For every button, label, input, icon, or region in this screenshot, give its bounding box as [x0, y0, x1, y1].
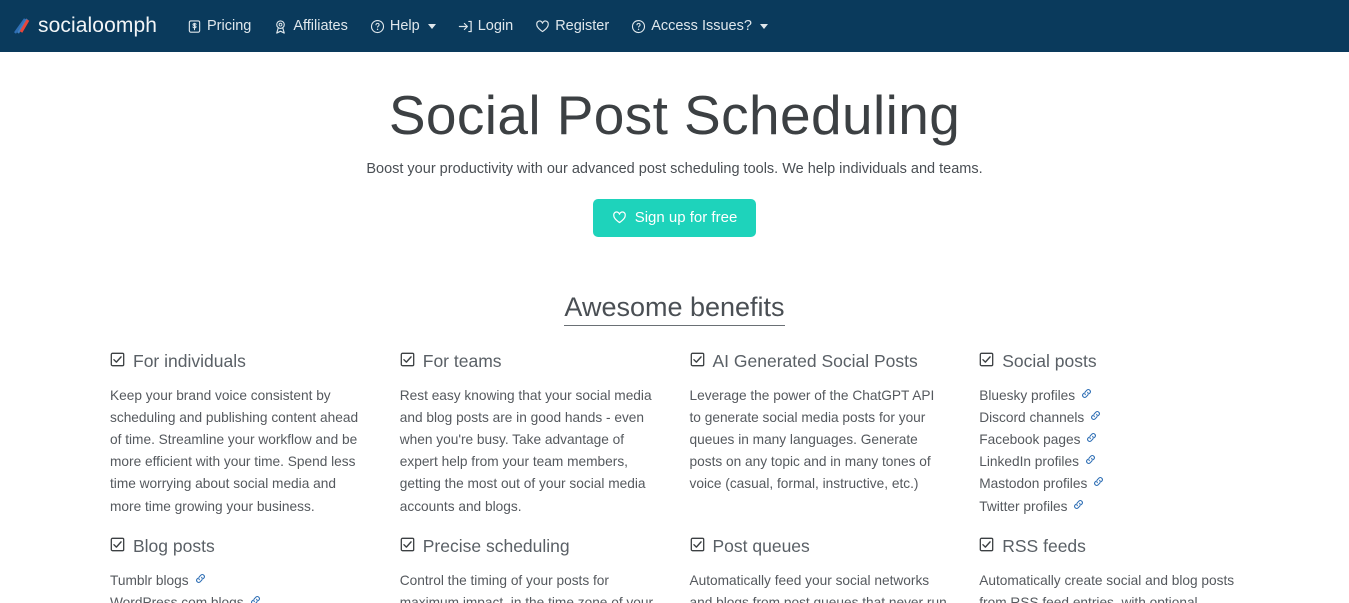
- benefit-card-title: Blog posts: [110, 536, 370, 557]
- nav-item-label: Affiliates: [293, 17, 348, 34]
- benefit-card-body: Keep your brand voice consistent by sche…: [110, 387, 359, 514]
- nav-item-label: Pricing: [207, 17, 252, 34]
- benefit-card-blog-posts: Blog posts Tumblr blogs WordPress.com bl…: [110, 536, 370, 603]
- benefit-card-for-teams: For teams Rest easy knowing that your so…: [400, 351, 660, 524]
- brand-name: socialoomph: [38, 14, 157, 37]
- link-chain-icon: [1084, 451, 1097, 473]
- list-item[interactable]: Discord channels: [979, 407, 1239, 429]
- quill-logo-icon: [11, 16, 31, 36]
- hero-subtitle: Boost your productivity with our advance…: [366, 160, 983, 177]
- link-chain-icon: [1080, 385, 1093, 407]
- checkbox-checked-icon: [690, 536, 705, 557]
- chevron-down-icon: [759, 23, 768, 29]
- checkbox-checked-icon: [400, 536, 415, 557]
- nav-item-label: Register: [555, 17, 610, 34]
- benefit-card-body: Control the timing of your posts for max…: [399, 572, 654, 603]
- sign-in-icon: [458, 19, 473, 34]
- benefit-card-title-text: AI Generated Social Posts: [712, 350, 918, 371]
- benefit-card-title: AI Generated Social Posts: [690, 351, 950, 372]
- nav-links: Pricing Affiliates Help Login Register A…: [187, 19, 768, 34]
- benefit-card-title: RSS feeds: [979, 536, 1239, 557]
- social-link-label[interactable]: Twitter profiles: [979, 496, 1067, 518]
- benefit-card-body: Leverage the power of the ChatGPT API to…: [689, 387, 935, 492]
- nav-item-affiliates[interactable]: Affiliates: [273, 19, 348, 34]
- benefit-card-title-text: RSS feeds: [1002, 535, 1086, 556]
- link-chain-icon: [194, 570, 207, 592]
- social-link-label[interactable]: Bluesky profiles: [979, 385, 1075, 407]
- benefit-card-rss-feeds: RSS feeds Automatically create social an…: [979, 536, 1239, 603]
- question-circle-icon: [370, 19, 385, 34]
- nav-item-pricing[interactable]: Pricing: [187, 19, 251, 34]
- checkbox-checked-icon: [690, 351, 705, 372]
- benefit-card-title-text: For individuals: [133, 350, 246, 371]
- social-link-label[interactable]: LinkedIn profiles: [979, 451, 1079, 473]
- benefits-heading-text: Awesome benefits: [564, 291, 785, 326]
- top-navbar: socialoomph Pricing Affiliates Help Logi…: [0, 0, 1349, 52]
- benefit-card-title: Post queues: [690, 536, 950, 557]
- link-chain-icon: [1072, 496, 1085, 518]
- list-item[interactable]: Mastodon profiles: [979, 473, 1239, 495]
- checkbox-checked-icon: [400, 351, 415, 372]
- link-chain-icon: [1092, 473, 1105, 495]
- social-profile-link-list: Bluesky profiles Discord channels Facebo…: [979, 385, 1239, 518]
- checkbox-checked-icon: [110, 351, 125, 372]
- blog-platform-link-list: Tumblr blogs WordPress.com blogs WordPre…: [110, 570, 370, 603]
- sign-up-button[interactable]: Sign up for free: [592, 198, 757, 237]
- nav-item-label: Login: [477, 17, 514, 34]
- award-medal-icon: [273, 19, 288, 34]
- nav-item-register[interactable]: Register: [535, 19, 609, 34]
- heart-icon: [535, 19, 550, 34]
- benefit-card-body: Rest easy knowing that your social media…: [399, 387, 652, 514]
- benefit-card-precise-scheduling: Precise scheduling Control the timing of…: [400, 536, 660, 603]
- benefit-card-title: Social posts: [979, 351, 1239, 372]
- nav-item-label: Access Issues?: [651, 17, 752, 34]
- benefit-card-title: Precise scheduling: [400, 536, 660, 557]
- list-item[interactable]: Bluesky profiles: [979, 385, 1239, 407]
- list-item[interactable]: Tumblr blogs: [110, 570, 370, 592]
- blog-link-label[interactable]: Tumblr blogs: [110, 570, 189, 592]
- nav-item-access-issues[interactable]: Access Issues?: [631, 19, 768, 34]
- benefit-card-ai-generated-social-posts: AI Generated Social Posts Leverage the p…: [690, 351, 950, 524]
- cta-wrapper: Sign up for free: [0, 198, 1349, 237]
- social-link-label[interactable]: Mastodon profiles: [979, 473, 1087, 495]
- benefit-card-body: Automatically create social and blog pos…: [979, 572, 1235, 603]
- benefits-grid: For individuals Keep your brand voice co…: [0, 351, 1349, 603]
- social-link-label[interactable]: Facebook pages: [979, 429, 1080, 451]
- list-item[interactable]: Twitter profiles: [979, 496, 1239, 518]
- benefit-card-body: Automatically feed your social networks …: [689, 572, 947, 603]
- benefit-card-title-text: For teams: [422, 350, 502, 371]
- benefit-card-social-posts: Social posts Bluesky profiles Discord ch…: [979, 351, 1239, 524]
- list-item[interactable]: LinkedIn profiles: [979, 451, 1239, 473]
- page-title: Social Post Scheduling: [388, 84, 961, 146]
- checkbox-checked-icon: [979, 351, 994, 372]
- benefit-card-post-queues: Post queues Automatically feed your soci…: [690, 536, 950, 603]
- benefit-card-title-text: Social posts: [1002, 350, 1097, 371]
- chevron-down-icon: [427, 23, 436, 29]
- link-chain-icon: [249, 592, 262, 603]
- benefit-card-for-individuals: For individuals Keep your brand voice co…: [110, 351, 370, 524]
- question-circle-icon: [631, 19, 646, 34]
- checkbox-checked-icon: [979, 536, 994, 557]
- social-link-label[interactable]: Discord channels: [979, 407, 1084, 429]
- nav-item-login[interactable]: Login: [458, 19, 513, 34]
- hero-section: Social Post Scheduling Boost your produc…: [0, 52, 1349, 237]
- nav-item-label: Help: [389, 17, 420, 34]
- blog-link-label[interactable]: WordPress.com blogs: [110, 592, 244, 603]
- benefit-card-title-text: Post queues: [712, 535, 810, 556]
- link-chain-icon: [1085, 429, 1098, 451]
- benefit-card-title: For individuals: [110, 351, 370, 372]
- list-item[interactable]: WordPress.com blogs: [110, 592, 370, 603]
- benefit-card-title-text: Blog posts: [133, 535, 215, 556]
- benefits-heading: Awesome benefits: [0, 291, 1349, 326]
- heart-icon: [612, 210, 627, 225]
- list-item[interactable]: Facebook pages: [979, 429, 1239, 451]
- brand-logo-link[interactable]: socialoomph: [11, 14, 157, 38]
- benefit-card-title-text: Precise scheduling: [422, 535, 570, 556]
- benefit-card-title: For teams: [400, 351, 660, 372]
- banknote-icon: [187, 19, 202, 34]
- sign-up-button-label: Sign up for free: [634, 208, 738, 226]
- nav-item-help[interactable]: Help: [370, 19, 436, 34]
- link-chain-icon: [1089, 407, 1102, 429]
- checkbox-checked-icon: [110, 536, 125, 557]
